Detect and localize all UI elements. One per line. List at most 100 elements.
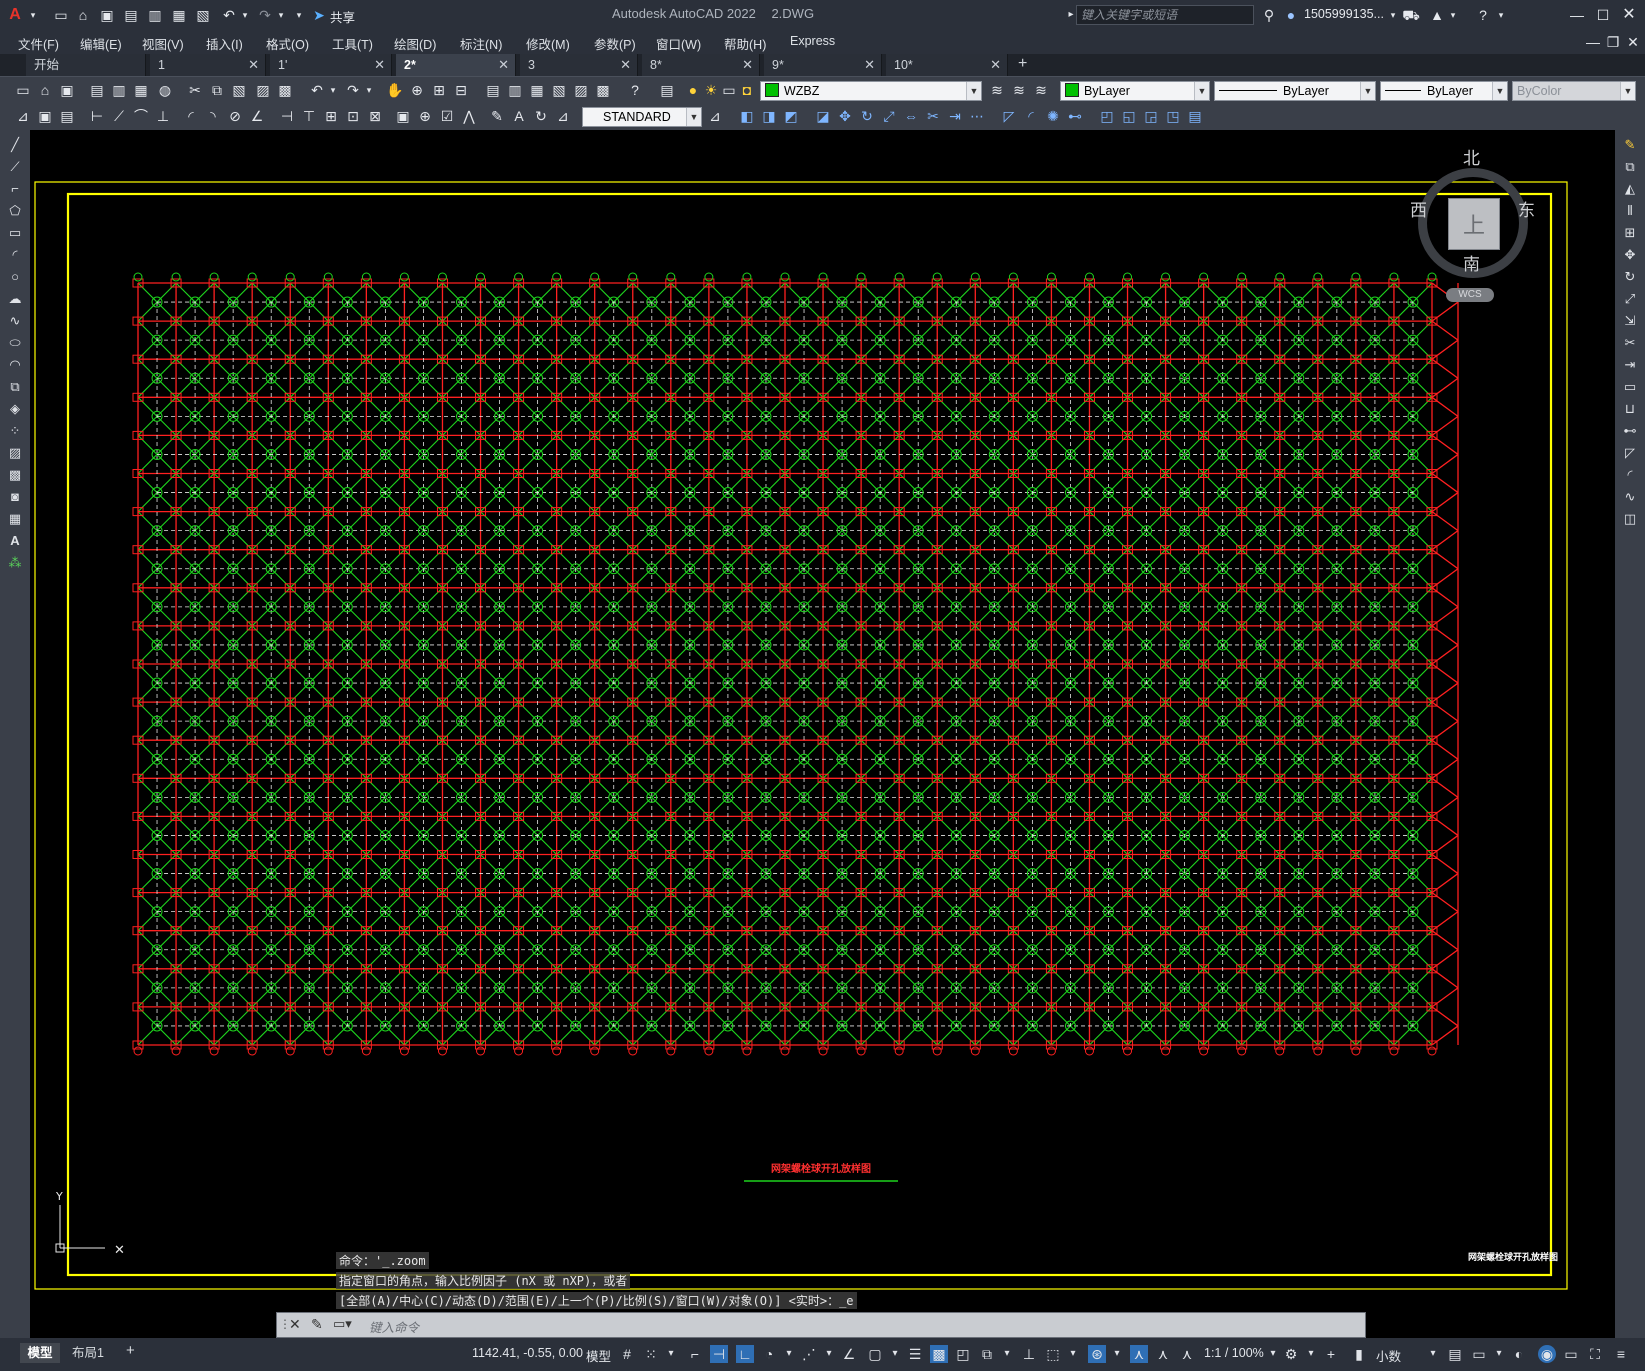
compass-north[interactable]: 北 — [1463, 144, 1480, 169]
dim-arc-icon[interactable]: ⌒ — [132, 107, 150, 125]
copy-icon[interactable]: ⧉ — [1621, 158, 1639, 176]
draworder-front-icon[interactable]: ◰ — [1098, 107, 1116, 125]
block-editor-icon[interactable]: ▩ — [276, 81, 294, 99]
properties-icon[interactable]: ▤ — [484, 81, 502, 99]
tab-1-prime[interactable]: 1' ✕ — [270, 54, 392, 76]
customize-wrench-icon[interactable]: ✎ — [311, 1316, 323, 1333]
polar-dropdown-icon[interactable]: ▾ — [780, 1345, 798, 1363]
make-block-icon[interactable]: ◈ — [6, 400, 24, 418]
stretch-icon[interactable]: ⇲ — [1621, 312, 1639, 330]
dim-aligned2-icon[interactable]: ⟋ — [110, 107, 128, 125]
construction-line-icon[interactable]: ⟋ — [6, 158, 24, 176]
polar-tracking-icon[interactable]: ◔ — [760, 1345, 778, 1363]
viewcube[interactable]: 上 北 南 西 东 WCS — [1400, 149, 1550, 320]
layout1-tab[interactable]: 布局1 — [72, 1343, 104, 1363]
trim-icon[interactable]: ✂ — [924, 107, 942, 125]
break-icon[interactable]: ⊔ — [1621, 400, 1639, 418]
move-icon[interactable]: ✥ — [1621, 246, 1639, 264]
gizmo-dropdown-icon[interactable]: ▾ — [1108, 1345, 1126, 1363]
stretch-icon[interactable]: ⇔ — [902, 107, 920, 125]
dim-update-icon[interactable]: ↻ — [532, 107, 550, 125]
region-icon[interactable]: ◙ — [6, 488, 24, 506]
menu-insert[interactable]: 插入(I) — [206, 34, 243, 53]
gizmo-icon[interactable]: ⊛ — [1088, 1345, 1106, 1363]
lock-ui-dropdown-icon[interactable]: ▾ — [1490, 1345, 1508, 1363]
tab-close-icon[interactable]: ✕ — [248, 54, 259, 76]
menu-parametric[interactable]: 参数(P) — [594, 34, 636, 53]
array-icon[interactable]: ◪ — [814, 107, 832, 125]
dim-baseline-icon[interactable]: ⊤ — [300, 107, 318, 125]
workspace-dropdown-icon[interactable]: ▾ — [1302, 1345, 1320, 1363]
zoom-realtime-icon[interactable]: ⊕ — [408, 81, 426, 99]
compass-south[interactable]: 南 — [1463, 250, 1480, 275]
menu-draw[interactable]: 绘图(D) — [394, 34, 436, 53]
tab-close-icon[interactable]: ✕ — [374, 54, 385, 76]
user-icon[interactable]: ● — [1282, 6, 1300, 24]
ortho-icon[interactable]: ∟ — [736, 1345, 754, 1363]
annotation-monitor-icon[interactable]: + — [1322, 1345, 1340, 1363]
save-as-icon[interactable]: ▤ — [122, 6, 140, 24]
scale-icon[interactable]: ⤢ — [1621, 290, 1639, 308]
doc-restore-icon[interactable]: ❐ — [1604, 33, 1622, 51]
zoom-window-icon[interactable]: ⊞ — [430, 81, 448, 99]
customization-menu-icon[interactable]: ≡ — [1612, 1345, 1630, 1363]
insert-block-icon[interactable]: ⧉ — [6, 378, 24, 396]
blend-curves-icon[interactable]: ∿ — [1621, 488, 1639, 506]
tab-close-icon[interactable]: ✕ — [498, 54, 509, 76]
open-web-icon[interactable]: ▥ — [146, 6, 164, 24]
tab-start[interactable]: 开始 — [26, 54, 146, 76]
units-value[interactable]: 小数 — [1376, 1346, 1401, 1365]
layer-thaw-icon[interactable]: ☀ — [702, 81, 720, 99]
quick-dimension-icon[interactable]: ⊿ — [14, 107, 32, 125]
polyline-icon[interactable]: ⌐ — [6, 180, 24, 198]
break-icon[interactable]: ⋯ — [968, 107, 986, 125]
lineweight-dropdown[interactable]: ByLayer ▼ — [1380, 81, 1508, 101]
hardware-acceleration-icon[interactable]: ◉ — [1538, 1345, 1556, 1363]
dim-linear-icon[interactable]: ▣ — [36, 107, 54, 125]
fillet-icon[interactable]: ◜ — [1621, 466, 1639, 484]
chamfer-icon[interactable]: ◸ — [1621, 444, 1639, 462]
help-icon[interactable]: ? — [1474, 6, 1492, 24]
revcloud-icon[interactable]: ☁ — [6, 290, 24, 308]
dim-break-icon[interactable]: ⊠ — [366, 107, 384, 125]
mirror-icon[interactable]: ◨ — [760, 107, 778, 125]
help-dropdown-icon[interactable]: ▾ — [1494, 6, 1508, 24]
open-file-icon[interactable]: ⌂ — [74, 6, 92, 24]
save-web-icon[interactable]: ▦ — [170, 6, 188, 24]
tab-close-icon[interactable]: ✕ — [620, 54, 631, 76]
a360-dropdown-icon[interactable]: ▾ — [1446, 6, 1460, 24]
model-space-toggle[interactable]: 模型 — [586, 1346, 611, 1365]
linetype-dropdown[interactable]: ByLayer ▼ — [1214, 81, 1376, 101]
dynamic-input-icon[interactable]: ⊣ — [710, 1345, 728, 1363]
compass-east[interactable]: 东 — [1518, 196, 1535, 221]
polygon-icon[interactable]: ⬠ — [6, 202, 24, 220]
dynamic-ucs-icon[interactable]: ⊥ — [1020, 1345, 1038, 1363]
undo-icon[interactable]: ↶ — [220, 6, 238, 24]
scale-dropdown-icon[interactable]: ▾ — [1264, 1345, 1282, 1363]
object-snap-tracking-icon[interactable]: ∠ — [840, 1345, 858, 1363]
dim-continue-icon[interactable]: ⊞ — [322, 107, 340, 125]
isodraft-icon[interactable]: ⋰ — [800, 1345, 818, 1363]
save-icon[interactable]: ▣ — [58, 81, 76, 99]
help-icon[interactable]: ? — [626, 81, 644, 99]
viewcube-face[interactable]: 上 — [1448, 198, 1500, 250]
share-icon[interactable]: ➤ — [310, 6, 328, 24]
redo-dropdown-icon[interactable]: ▾ — [274, 6, 288, 24]
menu-window[interactable]: 窗口(W) — [656, 34, 701, 53]
dim-diameter-icon[interactable]: ⊘ — [226, 107, 244, 125]
circle-icon[interactable]: ○ — [6, 268, 24, 286]
redo-icon[interactable]: ↷ — [256, 6, 274, 24]
app-menu-chevron-icon[interactable]: ▾ — [26, 6, 40, 24]
customize-toolbar-icon[interactable]: ▾ — [292, 6, 306, 24]
draworder-back-icon[interactable]: ◱ — [1120, 107, 1138, 125]
add-selected-icon[interactable]: ⁂ — [6, 554, 24, 572]
user-account[interactable]: 1505999135... — [1304, 7, 1384, 21]
menu-help[interactable]: 帮助(H) — [724, 34, 766, 53]
design-center-icon[interactable]: ▥ — [506, 81, 524, 99]
snap-dropdown-icon[interactable]: ▾ — [662, 1345, 680, 1363]
menu-modify[interactable]: 修改(M) — [526, 34, 570, 53]
isodraft-dropdown-icon[interactable]: ▾ — [820, 1345, 838, 1363]
sheet-set-icon[interactable]: ▧ — [550, 81, 568, 99]
close-icon[interactable]: ✕ — [1620, 6, 1638, 24]
color-dropdown[interactable]: ByLayer ▼ — [1060, 81, 1210, 101]
